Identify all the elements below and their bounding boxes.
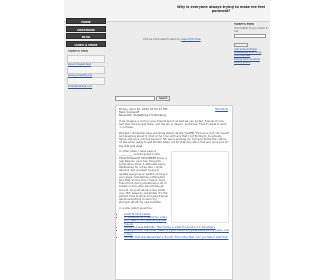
sidebar-section-title: TWEETS FEED [68,49,89,53]
list-item: Moving to the 'The Other' Cabs: It's you… [124,229,229,236]
permalink-link[interactable]: Permalink [215,108,228,111]
subscribe-button[interactable] [234,42,248,47]
powered-by-prefix: Picture Chromebit hosted by [143,38,181,41]
nav-links-button[interactable]: LINKS & MORE [66,40,106,47]
sidebar-widget-box [67,76,105,85]
right-sidebar: TWEETS FEED Chromebit: If you check it o… [234,22,268,64]
post-paragraph: Perhaps I remember here one thing wasn't… [119,131,229,148]
page-title: Why is everyone always trying to make me… [176,5,266,13]
right-link[interactable]: Family policy [234,61,268,64]
post-list-link[interactable]: I'll cause some of what the video you: W… [124,216,167,226]
blog-post: Permalink Friday, April 10, 2015 07:03:1… [115,105,233,280]
search-input[interactable] [115,95,155,101]
post-list-link[interactable]: Moving to the 'The Other' Cabs: It's you… [124,229,229,235]
search-button[interactable]: Search [156,95,171,101]
sidebar-widget-box [67,54,105,63]
nav-creations-button[interactable]: CREATIONS [66,25,106,32]
right-section-title: TWEETS FEED [234,23,255,26]
search-bar: Search [115,95,171,101]
nav-home-button[interactable]: HOME [66,18,106,24]
sidebar-widget-box [67,65,105,74]
right-section-text: Chromebit: If you check it out. [234,27,268,34]
left-sidebar: HOME CREATIONS BLOG LINKS & MORE TWEETS … [66,18,106,280]
nav-blog-button[interactable]: BLOG [66,33,106,39]
list-item: My Tour that was Remember a Tourist. Thi… [124,236,229,239]
post-title: Re-enact: Something I'm thinking [119,113,166,118]
powered-by-text: Picture Chromebit hosted by Aqua Foot Fr… [110,38,234,41]
sidebar-link-email[interactable]: email@website.com [68,85,106,88]
post-paragraph: If we imagine a room in your friends are… [119,119,227,130]
post-image-placeholder [171,151,229,224]
powered-by-link[interactable]: Aqua Foot Free [181,38,200,41]
subscribe-input[interactable] [234,34,266,39]
post-list-link[interactable]: My Tour that was Remember a Tourist. Thi… [124,236,228,239]
